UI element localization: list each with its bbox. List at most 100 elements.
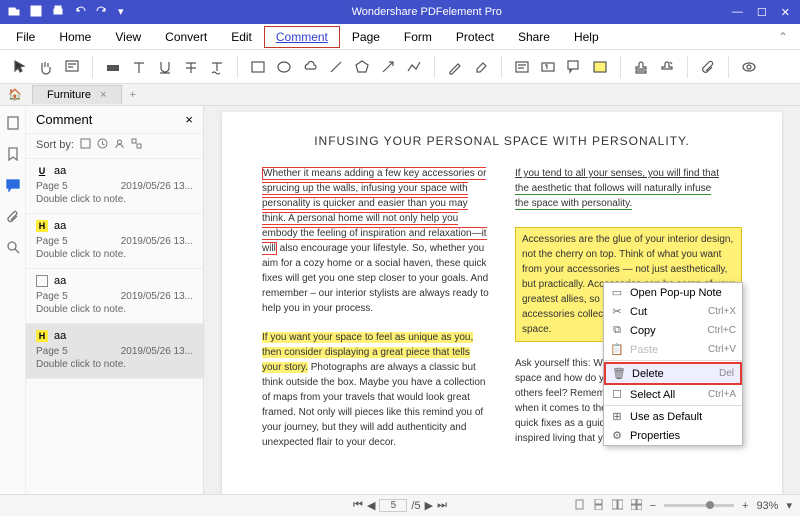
open-icon[interactable] [8, 5, 20, 20]
callout-icon[interactable] [564, 57, 584, 77]
thumbnails-icon[interactable] [6, 116, 20, 135]
stamp-icon[interactable] [631, 57, 651, 77]
area-highlight-icon[interactable] [590, 57, 610, 77]
ctx-icon: 🗑 [612, 367, 626, 380]
ctx-icon: ✂ [610, 305, 624, 318]
menu-page[interactable]: Page [340, 26, 392, 48]
print-icon[interactable] [52, 5, 64, 20]
panel-close-icon[interactable]: × [185, 112, 193, 127]
last-page-icon[interactable]: ⏭ [437, 499, 447, 512]
comment-date: 2019/05/26 13... [121, 291, 193, 302]
menu-edit[interactable]: Edit [219, 26, 264, 48]
para-underline-3[interactable]: the space with personality. [515, 198, 632, 210]
sort-type-icon[interactable] [131, 138, 142, 152]
menu-share[interactable]: Share [506, 26, 562, 48]
view-two-icon[interactable] [612, 499, 623, 513]
menu-convert[interactable]: Convert [153, 26, 219, 48]
comment-item[interactable]: aa Page 52019/05/26 13... Double click t… [26, 269, 203, 324]
search-rail-icon[interactable] [6, 240, 20, 259]
menu-comment[interactable]: Comment [264, 26, 340, 48]
para-underline-1[interactable]: If you tend to all your senses, you will… [515, 168, 719, 179]
zoom-out-icon[interactable]: − [650, 500, 656, 512]
ctx-copy[interactable]: ⧉CopyCtrl+C [604, 321, 742, 340]
hide-annots-icon[interactable] [739, 57, 759, 77]
tab-close-icon[interactable]: × [100, 89, 106, 101]
comment-note: Double click to note. [36, 359, 193, 370]
home-tab-icon[interactable]: 🏠 [8, 88, 22, 101]
minimize-button[interactable]: ― [732, 6, 743, 19]
ctx-open-pop-up-note[interactable]: ▭Open Pop-up Note [604, 283, 742, 302]
ctx-delete[interactable]: 🗑DeleteDel [604, 362, 742, 385]
para-underline-2[interactable]: the aesthetic that follows will naturall… [515, 183, 711, 195]
doc-tab[interactable]: Furniture × [32, 85, 122, 104]
qa-dropdown-icon[interactable]: ▾ [118, 5, 124, 20]
para-boxed[interactable]: Whether it means adding a few key access… [262, 167, 487, 255]
connected-line-icon[interactable] [404, 57, 424, 77]
maximize-button[interactable]: ☐ [757, 6, 767, 19]
menu-file[interactable]: File [4, 26, 47, 48]
bookmarks-icon[interactable] [6, 147, 20, 166]
oval-shape-icon[interactable] [274, 57, 294, 77]
attachment-icon[interactable] [698, 57, 718, 77]
comment-item[interactable]: Haa Page 52019/05/26 13... Double click … [26, 214, 203, 269]
highlight-icon[interactable] [103, 57, 123, 77]
status-bar: ⏮ ◀ 5 /5 ▶ ⏭ − + 93% ▾ [0, 494, 800, 516]
save-icon[interactable] [30, 5, 42, 20]
zoom-dropdown-icon[interactable]: ▾ [786, 499, 792, 512]
underline-icon[interactable] [155, 57, 175, 77]
menu-protect[interactable]: Protect [444, 26, 506, 48]
tab-add-icon[interactable]: + [130, 89, 136, 101]
ctx-properties[interactable]: ⚙Properties [604, 426, 742, 445]
zoom-slider[interactable] [664, 504, 734, 507]
redo-icon[interactable] [96, 5, 108, 20]
view-cont-icon[interactable] [593, 499, 604, 513]
menu-view[interactable]: View [103, 26, 153, 48]
zoom-in-icon[interactable]: + [742, 500, 748, 512]
ctx-icon: 📋 [610, 343, 624, 356]
cloud-shape-icon[interactable] [300, 57, 320, 77]
prev-page-icon[interactable]: ◀ [367, 499, 375, 512]
attachments-icon[interactable] [6, 209, 20, 228]
sort-author-icon[interactable] [114, 138, 125, 152]
view-single-icon[interactable] [574, 499, 585, 513]
select-tool-icon[interactable] [10, 57, 30, 77]
first-page-icon[interactable]: ⏮ [353, 499, 363, 512]
comment-item[interactable]: Uaa Page 52019/05/26 13... Double click … [26, 159, 203, 214]
note-tool-icon[interactable] [62, 57, 82, 77]
line-shape-icon[interactable] [326, 57, 346, 77]
arrow-shape-icon[interactable] [378, 57, 398, 77]
squiggly-icon[interactable] [207, 57, 227, 77]
eraser-icon[interactable] [471, 57, 491, 77]
comments-icon[interactable] [6, 178, 20, 197]
menu-form[interactable]: Form [392, 26, 444, 48]
sort-page-icon[interactable] [80, 138, 91, 152]
ctx-use-as-default[interactable]: ⊞Use as Default [604, 407, 742, 426]
panel-title: Comment [36, 112, 92, 127]
close-button[interactable]: ✕ [781, 6, 790, 19]
polygon-shape-icon[interactable] [352, 57, 372, 77]
undo-icon[interactable] [74, 5, 86, 20]
rect-shape-icon[interactable] [248, 57, 268, 77]
hand-tool-icon[interactable] [36, 57, 56, 77]
textbox-icon[interactable] [538, 57, 558, 77]
para-1b: also encourage your lifestyle. So, wheth… [262, 243, 489, 314]
text-tool-icon[interactable] [129, 57, 149, 77]
custom-stamp-icon[interactable] [657, 57, 677, 77]
view-two-cont-icon[interactable] [631, 499, 642, 513]
next-page-icon[interactable]: ▶ [425, 499, 433, 512]
comment-item[interactable]: Haa Page 52019/05/26 13... Double click … [26, 324, 203, 379]
menu-help[interactable]: Help [562, 26, 611, 48]
sort-time-icon[interactable] [97, 138, 108, 152]
ctx-select-all[interactable]: ☐Select AllCtrl+A [604, 385, 742, 404]
ctx-cut[interactable]: ✂CutCtrl+X [604, 302, 742, 321]
ctx-shortcut: Ctrl+X [708, 306, 736, 317]
page-input[interactable]: 5 [379, 499, 407, 512]
ctx-shortcut: Ctrl+V [708, 344, 736, 355]
collapse-ribbon-icon[interactable]: ⌃ [770, 30, 796, 44]
menu-home[interactable]: Home [47, 26, 103, 48]
comment-page: Page 5 [36, 181, 68, 192]
strikeout-icon[interactable] [181, 57, 201, 77]
ctx-label: Delete [632, 368, 713, 380]
pencil-icon[interactable] [445, 57, 465, 77]
typewriter-icon[interactable] [512, 57, 532, 77]
